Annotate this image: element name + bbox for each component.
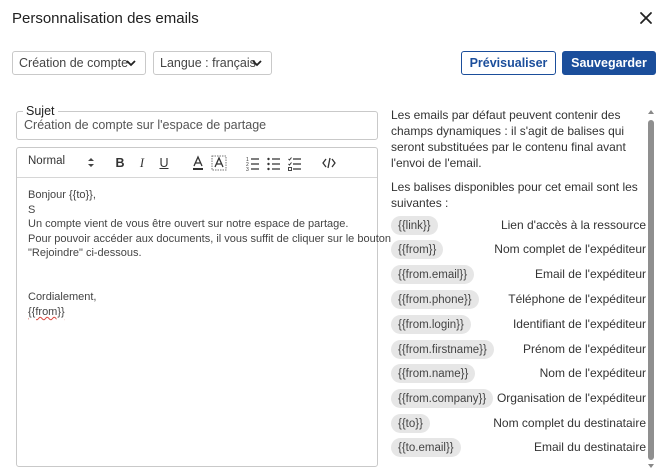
format-select[interactable]: Normal — [28, 155, 65, 167]
tag-chip[interactable]: {{from.phone}} — [391, 290, 479, 309]
select-arrows-icon — [88, 158, 94, 167]
editor-line: S — [28, 203, 36, 216]
scroll-up-icon[interactable] — [647, 108, 655, 116]
italic-icon[interactable]: I — [135, 155, 149, 171]
editor-toolbar: Normal B I U 123 — [17, 148, 377, 178]
close-icon[interactable] — [637, 9, 655, 27]
editor-line: {{from}} — [28, 305, 65, 318]
tag-chip[interactable]: {{from}} — [391, 240, 444, 259]
tag-row: {{from.phone}} Téléphone de l'expéditeur — [391, 290, 646, 309]
tag-description: Nom complet du destinataire — [493, 416, 646, 430]
editor-line: Bonjour {{to}}, — [28, 189, 96, 201]
tag-chip[interactable]: {{to}} — [391, 414, 430, 433]
tag-description: Organisation de l'expéditeur — [496, 391, 646, 405]
editor-line: Un compte vient de vous être ouvert sur … — [28, 218, 349, 231]
subject-label: Sujet — [23, 104, 58, 118]
tag-chip[interactable]: {{from.name}} — [391, 364, 476, 383]
tag-description: Nom complet de l'expéditeur — [494, 242, 646, 256]
font-color-icon[interactable] — [191, 155, 205, 171]
tag-description: Identifiant de l'expéditeur — [512, 317, 646, 331]
bold-icon[interactable]: B — [113, 155, 127, 171]
checklist-icon[interactable] — [288, 155, 302, 171]
help-scrollbar[interactable] — [647, 108, 655, 470]
tag-description: Nom de l'expéditeur — [539, 366, 646, 380]
tag-row: {{from.email}} Email de l'expéditeur — [391, 265, 646, 284]
tag-chip[interactable]: {{from.login}} — [391, 315, 471, 334]
language-select[interactable]: Langue : français — [153, 51, 272, 75]
tag-row: {{from.name}} Nom de l'expéditeur — [391, 364, 646, 383]
email-editor[interactable]: Normal B I U 123 Bonjour {{to}}, S Un co… — [16, 147, 391, 467]
editor-content[interactable]: Bonjour {{to}}, S Un compte vient de vou… — [28, 188, 391, 319]
tag-description: Prénom de l'expéditeur — [522, 342, 646, 356]
scroll-down-icon[interactable] — [647, 462, 655, 470]
editor-line: Cordialement, — [28, 291, 97, 304]
tag-description: Téléphone de l'expéditeur — [508, 292, 646, 306]
tag-description: Email du destinataire — [533, 440, 646, 454]
tag-row: {{from.firstname}} Prénom de l'expéditeu… — [391, 340, 646, 359]
tag-description: Lien d'accès à la ressource — [500, 218, 646, 232]
help-panel: Les emails par défaut peuvent contenir d… — [391, 107, 646, 219]
tag-row: {{link}} Lien d'accès à la ressource — [391, 216, 646, 235]
subject-input[interactable]: Création de compte sur l'espace de parta… — [24, 118, 266, 132]
code-icon[interactable] — [322, 155, 336, 171]
chevron-down-icon — [126, 60, 136, 67]
tag-chip[interactable]: {{to.email}} — [391, 438, 461, 457]
editor-line: Pour pouvoir accéder aux documents, il v… — [28, 232, 391, 245]
tag-row: {{from}} Nom complet de l'expéditeur — [391, 240, 646, 259]
help-intro: Les emails par défaut peuvent contenir d… — [391, 108, 626, 170]
tag-row: {{from.company}} Organisation de l'expéd… — [391, 389, 646, 408]
tag-description: Email de l'expéditeur — [534, 267, 646, 281]
dialog-title: Personnalisation des emails — [12, 10, 199, 27]
tag-row: {{to}} Nom complet du destinataire — [391, 414, 646, 433]
svg-text:3: 3 — [246, 167, 249, 171]
tag-chip[interactable]: {{from.email}} — [391, 265, 475, 284]
tag-chip[interactable]: {{from.firstname}} — [391, 340, 494, 359]
underline-icon[interactable]: U — [157, 155, 171, 171]
tag-row: {{to.email}} Email du destinataire — [391, 438, 646, 457]
tag-row: {{from.login}} Identifiant de l'expédite… — [391, 315, 646, 334]
ordered-list-icon[interactable]: 123 — [246, 155, 260, 171]
scroll-thumb[interactable] — [648, 120, 654, 460]
bullet-list-icon[interactable] — [267, 155, 281, 171]
template-select-value: Création de compte — [19, 56, 129, 70]
highlight-icon[interactable] — [211, 155, 227, 171]
template-select[interactable]: Création de compte — [12, 51, 146, 75]
tag-chip[interactable]: {{from.company}} — [391, 389, 494, 408]
language-select-value: Langue : français — [160, 56, 256, 70]
chevron-down-icon — [252, 60, 262, 67]
editor-line: "Rejoindre" ci-dessous. — [28, 247, 142, 260]
preview-button[interactable]: Prévisualiser — [461, 51, 556, 75]
tag-chip[interactable]: {{link}} — [391, 216, 438, 235]
save-button[interactable]: Sauvegarder — [562, 51, 656, 75]
help-available: Les balises disponibles pour cet email s… — [391, 180, 638, 210]
